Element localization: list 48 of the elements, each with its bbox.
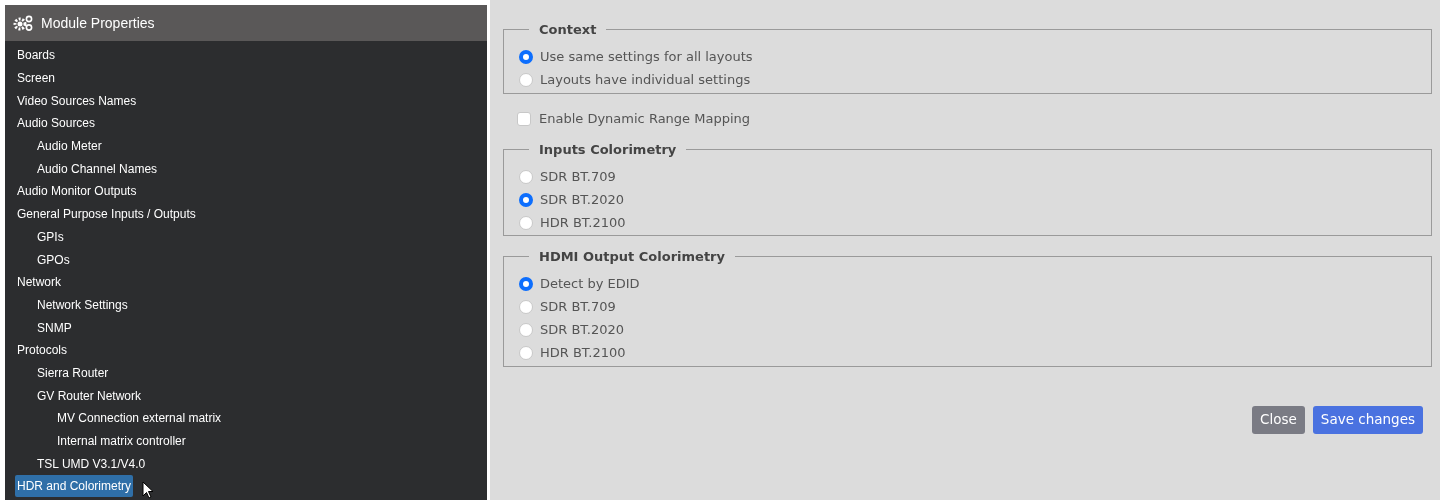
option-label: SDR BT.709 xyxy=(540,167,616,186)
group-legend: Inputs Colorimetry xyxy=(529,139,687,159)
sidebar-item[interactable]: Sierra Router xyxy=(37,363,109,382)
sidebar-item[interactable]: Audio Sources xyxy=(17,114,96,133)
radio-button[interactable] xyxy=(519,169,533,184)
sidebar-item[interactable]: Audio Monitor Outputs xyxy=(17,182,137,201)
sidebar-item[interactable]: GV Router Network xyxy=(37,386,142,405)
sidebar-item[interactable]: Boards xyxy=(17,46,56,65)
radio-button[interactable] xyxy=(519,192,533,207)
checkbox[interactable] xyxy=(517,111,531,126)
option-label: HDR BT.2100 xyxy=(540,344,626,363)
sidebar-item[interactable]: GPOs xyxy=(37,250,70,269)
sidebar-item[interactable]: SNMP xyxy=(37,318,72,337)
sidebar-item[interactable]: MV Connection external matrix xyxy=(57,409,222,428)
mouse-cursor-icon xyxy=(142,481,154,499)
radio-button[interactable] xyxy=(519,277,533,291)
close-button[interactable]: Close xyxy=(1252,405,1305,434)
sidebar-title: Module Properties xyxy=(41,13,155,33)
option-label: Detect by EDID xyxy=(540,275,640,294)
sidebar-item[interactable]: Video Sources Names xyxy=(17,91,137,110)
option-label: HDR BT.2100 xyxy=(540,213,626,232)
option-label: Enable Dynamic Range Mapping xyxy=(539,109,750,128)
sidebar-item[interactable]: Network Settings xyxy=(37,295,128,314)
option-label: SDR BT.709 xyxy=(540,298,616,317)
radio-button[interactable] xyxy=(519,50,533,64)
option-label: SDR BT.2020 xyxy=(540,190,624,209)
sidebar-item[interactable]: Network xyxy=(17,273,61,292)
option-label: Use same settings for all layouts xyxy=(540,48,753,67)
group-legend: HDMI Output Colorimetry xyxy=(529,247,735,267)
gears-icon xyxy=(13,15,35,31)
radio-button[interactable] xyxy=(519,323,533,337)
radio-button[interactable] xyxy=(519,215,533,230)
radio-button[interactable] xyxy=(519,346,533,360)
sidebar-item[interactable]: Protocols xyxy=(17,341,68,360)
sidebar-item[interactable]: General Purpose Inputs / Outputs xyxy=(17,205,196,224)
sidebar-item[interactable]: GPIs xyxy=(37,227,64,246)
radio-button[interactable] xyxy=(519,300,533,314)
sidebar-item[interactable]: Internal matrix controller xyxy=(57,432,186,451)
sidebar-item[interactable]: Audio Meter xyxy=(37,137,102,156)
sidebar-item[interactable]: Screen xyxy=(17,69,56,88)
sidebar-item[interactable]: HDR and Colorimetry xyxy=(15,475,134,498)
option-label: Layouts have individual settings xyxy=(540,71,751,90)
option-label: SDR BT.2020 xyxy=(540,321,624,340)
radio-button[interactable] xyxy=(519,73,533,87)
save-button[interactable]: Save changes xyxy=(1312,405,1423,434)
sidebar-item[interactable]: TSL UMD V3.1/V4.0 xyxy=(37,454,146,473)
sidebar-item[interactable]: Audio Channel Names xyxy=(37,159,158,178)
group-legend: Context xyxy=(529,20,607,40)
